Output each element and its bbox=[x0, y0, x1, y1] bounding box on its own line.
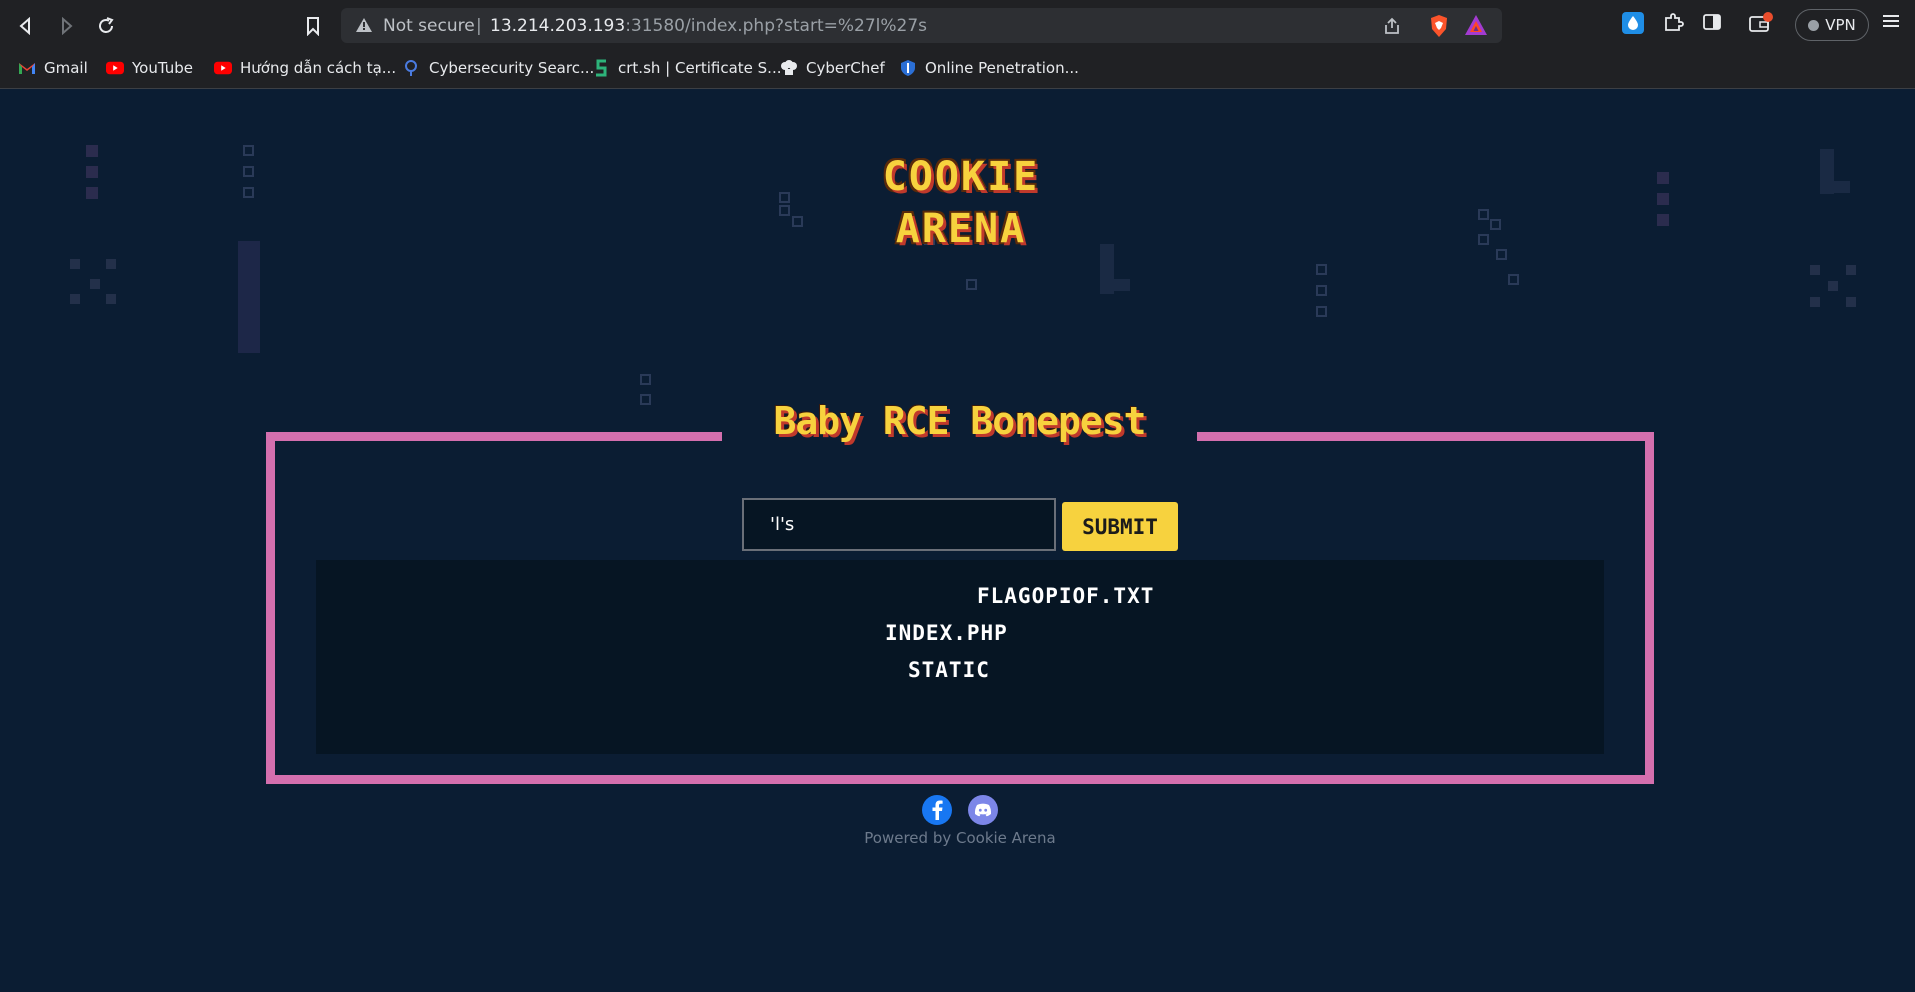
bookmark-cyberchef[interactable]: CyberChef bbox=[780, 59, 885, 77]
url-host: 13.214.203.193 bbox=[490, 16, 626, 36]
security-label: Not secure bbox=[383, 16, 475, 36]
vpn-label: VPN bbox=[1825, 16, 1856, 34]
bookmark-gmail[interactable]: Gmail bbox=[18, 59, 88, 77]
search-icon bbox=[403, 59, 421, 77]
page-viewport: COOKIE ARENA Baby RCE Bonepest SUBMIT FL… bbox=[0, 89, 1915, 992]
brave-shield-icon[interactable] bbox=[1428, 14, 1450, 42]
logo-line-1: COOKIE bbox=[882, 154, 1040, 200]
command-input[interactable] bbox=[742, 498, 1056, 551]
vpn-button[interactable]: VPN bbox=[1795, 9, 1869, 41]
bat-rewards-icon[interactable] bbox=[1464, 14, 1488, 40]
bookmark-crtsh[interactable]: crt.sh | Certificate S... bbox=[592, 59, 781, 77]
menu-icon[interactable] bbox=[1882, 12, 1900, 34]
bookmarks-bar: Gmail YouTube Hướng dẫn cách tạ... Cyber… bbox=[0, 52, 1915, 89]
bookmark-label: Cybersecurity Searc... bbox=[429, 59, 595, 77]
bookmark-cybersecurity[interactable]: Cybersecurity Searc... bbox=[403, 59, 594, 77]
wallet-icon[interactable] bbox=[1748, 12, 1774, 38]
logo-line-2: ARENA bbox=[895, 206, 1027, 252]
url-text[interactable]: 13.214.203.193:31580/index.php?start=%27… bbox=[490, 16, 927, 36]
command-output: FLAGOPIOF.TXT INDEX.PHP STATIC bbox=[316, 560, 1604, 754]
reload-icon[interactable] bbox=[92, 12, 120, 40]
address-bar[interactable]: Not secure | 13.214.203.193:31580/index.… bbox=[341, 8, 1502, 43]
bookmark-online-penetration[interactable]: Online Penetration... bbox=[899, 59, 1079, 77]
extension-drop-icon[interactable] bbox=[1622, 12, 1644, 38]
bookmark-label: CyberChef bbox=[806, 59, 885, 77]
bookmark-label: Online Penetration... bbox=[925, 59, 1079, 77]
youtube-icon bbox=[214, 59, 232, 77]
sidebar-icon[interactable] bbox=[1702, 12, 1722, 36]
vpn-status-icon bbox=[1808, 19, 1820, 31]
crtsh-icon bbox=[592, 59, 610, 77]
browser-toolbar: Not secure | 13.214.203.193:31580/index.… bbox=[0, 0, 1915, 52]
share-icon[interactable] bbox=[1382, 16, 1402, 40]
chef-icon bbox=[780, 59, 798, 77]
output-line: FLAGOPIOF.TXT bbox=[977, 584, 1155, 608]
url-separator: | bbox=[476, 16, 482, 36]
forward-icon[interactable] bbox=[52, 12, 80, 40]
discord-icon[interactable] bbox=[968, 795, 998, 825]
bookmark-label: YouTube bbox=[132, 59, 193, 77]
shield-icon bbox=[899, 59, 917, 77]
bookmark-label: Hướng dẫn cách tạ... bbox=[240, 59, 397, 77]
footer-credit: Powered by Cookie Arena bbox=[864, 829, 1056, 847]
warning-icon[interactable] bbox=[355, 17, 373, 37]
youtube-icon bbox=[106, 59, 124, 77]
facebook-icon[interactable] bbox=[922, 795, 952, 825]
bookmark-icon[interactable] bbox=[299, 12, 327, 40]
bookmark-label: Gmail bbox=[44, 59, 88, 77]
output-line: STATIC bbox=[908, 658, 990, 682]
output-line: INDEX.PHP bbox=[885, 621, 1008, 645]
cookie-arena-logo: COOKIE ARENA bbox=[862, 151, 1060, 255]
gmail-icon bbox=[18, 59, 36, 77]
bookmark-label: crt.sh | Certificate S... bbox=[618, 59, 782, 77]
bookmark-youtube[interactable]: YouTube bbox=[106, 59, 193, 77]
page-title: Baby RCE Bonepest bbox=[773, 399, 1147, 443]
url-path: :31580/index.php?start=%27l%27s bbox=[625, 16, 928, 36]
extensions-puzzle-icon[interactable] bbox=[1662, 12, 1684, 38]
back-icon[interactable] bbox=[12, 12, 40, 40]
submit-button[interactable]: SUBMIT bbox=[1062, 502, 1178, 551]
bookmark-huong-dan[interactable]: Hướng dẫn cách tạ... bbox=[214, 59, 396, 77]
